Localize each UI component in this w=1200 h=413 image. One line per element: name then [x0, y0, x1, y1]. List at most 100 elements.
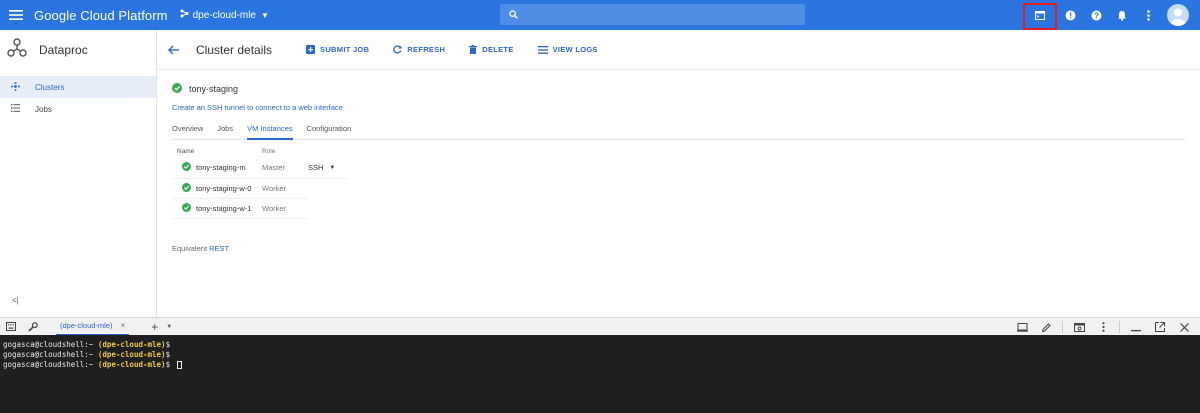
- close-icon[interactable]: [1172, 318, 1196, 336]
- product-header: Dataproc: [0, 30, 156, 70]
- more-vert-icon[interactable]: [1091, 318, 1115, 336]
- chevron-down-icon: ▼: [261, 10, 269, 20]
- table-row: tony-staging-m Master SSH ▼: [172, 158, 348, 179]
- equivalent-label: Equivalent: [172, 243, 208, 253]
- minimize-icon[interactable]: [1124, 318, 1148, 336]
- chevron-down-icon[interactable]: ▼: [166, 324, 172, 330]
- submit-job-label: SUBMIT JOB: [320, 45, 370, 54]
- terminal-project: (dpe-cloud-mle): [97, 340, 166, 349]
- vm-name[interactable]: tony-staging-w-0: [196, 184, 251, 193]
- table-header-row: Name Role: [172, 144, 348, 158]
- main-content: Cluster details SUBMIT JOB REFRESH DELET…: [157, 30, 1200, 317]
- check-circle-icon: [182, 162, 191, 173]
- terminal-line: gogasca@cloudshell:~ (dpe-cloud-mle)$: [3, 360, 1200, 370]
- view-logs-button[interactable]: VIEW LOGS: [537, 45, 598, 54]
- cluster-name: tony-staging: [189, 84, 239, 94]
- terminal-prompt-suffix: $: [165, 360, 175, 369]
- terminal-project: (dpe-cloud-mle): [97, 350, 166, 359]
- pencil-icon[interactable]: [1034, 318, 1058, 336]
- open-new-window-icon[interactable]: [1148, 318, 1172, 336]
- check-circle-icon: [182, 182, 191, 194]
- cluster-details: tony-staging Create an SSH tunnel to con…: [157, 83, 1200, 253]
- shell-actions: [1010, 318, 1196, 336]
- tab-bar: Overview Jobs VM Instances Configuration: [172, 124, 1185, 140]
- top-bar-actions: ?: [1023, 0, 1200, 30]
- terminal-line: gogasca@cloudshell:~ (dpe-cloud-mle)$: [3, 350, 1200, 360]
- wrench-icon[interactable]: [22, 318, 44, 336]
- clusters-icon: [11, 81, 20, 93]
- tab-vm-instances[interactable]: VM Instances: [247, 124, 293, 140]
- delete-label: DELETE: [482, 45, 514, 54]
- ssh-dropdown[interactable]: SSH ▼: [308, 163, 348, 172]
- sidebar-item-label: Clusters: [35, 82, 65, 92]
- terminal[interactable]: gogasca@cloudshell:~ (dpe-cloud-mle)$ go…: [0, 335, 1200, 413]
- web-preview-icon[interactable]: [1067, 318, 1091, 336]
- keyboard-icon[interactable]: [0, 318, 22, 336]
- terminal-line: gogasca@cloudshell:~ (dpe-cloud-mle)$: [3, 340, 1200, 350]
- collapse-sidebar-button[interactable]: <|: [12, 296, 19, 305]
- terminal-prompt-suffix: $: [165, 340, 171, 349]
- page-title: Cluster details: [196, 42, 273, 57]
- tab-overview[interactable]: Overview: [172, 124, 203, 140]
- view-logs-label: VIEW LOGS: [552, 45, 598, 54]
- jobs-icon: [11, 104, 20, 114]
- app-title[interactable]: Google Cloud Platform: [34, 8, 168, 23]
- terminal-prompt: gogasca@cloudshell:~: [3, 340, 98, 349]
- notifications-info-icon[interactable]: [1057, 0, 1083, 30]
- delete-button[interactable]: DELETE: [469, 45, 513, 54]
- add-box-icon: [306, 45, 316, 54]
- trash-icon: [469, 45, 478, 54]
- project-name: dpe-cloud-mle: [192, 9, 256, 21]
- bell-icon[interactable]: [1109, 0, 1135, 30]
- terminal-cursor: [176, 361, 182, 369]
- add-session-icon[interactable]: +: [151, 320, 158, 334]
- sidebar: Dataproc Clusters Jobs <|: [0, 30, 157, 317]
- refresh-button[interactable]: REFRESH: [393, 45, 445, 54]
- product-name: Dataproc: [39, 43, 88, 57]
- more-vert-icon[interactable]: [1135, 0, 1161, 30]
- project-selector[interactable]: dpe-cloud-mle ▼: [180, 9, 269, 21]
- toolbar: Cluster details SUBMIT JOB REFRESH DELET…: [157, 30, 1200, 70]
- top-bar: Google Cloud Platform dpe-cloud-mle ▼ ?: [0, 0, 1200, 30]
- tab-configuration[interactable]: Configuration: [307, 124, 352, 140]
- table-row: tony-staging-w-0 Worker: [172, 178, 348, 199]
- sidebar-item-jobs[interactable]: Jobs: [0, 98, 156, 120]
- search-input[interactable]: [500, 4, 805, 25]
- column-header-name: Name: [177, 147, 195, 155]
- rest-link[interactable]: REST: [209, 244, 229, 253]
- equivalent-rest: Equivalent REST: [172, 244, 1200, 253]
- ssh-tunnel-link[interactable]: Create an SSH tunnel to connect to a web…: [172, 103, 1200, 112]
- cloud-shell-toolbar: (dpe-cloud-mle) × + ▼: [0, 317, 1200, 336]
- launch-editor-icon[interactable]: [1010, 318, 1034, 336]
- refresh-icon: [393, 45, 402, 54]
- dataproc-logo-icon: [7, 37, 27, 63]
- check-circle-icon: [182, 202, 191, 214]
- ssh-label: SSH: [308, 163, 324, 173]
- help-icon[interactable]: ?: [1083, 0, 1109, 30]
- close-icon[interactable]: ×: [121, 321, 126, 330]
- vm-name[interactable]: tony-staging-m: [196, 163, 246, 172]
- chevron-down-icon: ▼: [329, 164, 336, 171]
- cloud-shell-button[interactable]: [1023, 2, 1057, 30]
- terminal-prompt: gogasca@cloudshell:~: [3, 350, 98, 359]
- check-circle-icon: [172, 83, 182, 95]
- vm-name[interactable]: tony-staging-w-1: [196, 204, 251, 213]
- sidebar-item-label: Jobs: [35, 104, 52, 114]
- vm-role: Worker: [262, 178, 308, 199]
- svg-text:?: ?: [1094, 11, 1099, 20]
- shell-session-tab[interactable]: (dpe-cloud-mle) ×: [56, 318, 130, 336]
- tab-jobs[interactable]: Jobs: [217, 124, 233, 140]
- terminal-prompt-suffix: $: [165, 350, 171, 359]
- project-icon: [180, 9, 189, 21]
- search-icon: [509, 6, 518, 24]
- back-arrow-icon[interactable]: [168, 42, 184, 58]
- avatar[interactable]: [1167, 4, 1189, 26]
- refresh-label: REFRESH: [407, 45, 446, 54]
- menu-icon[interactable]: [0, 0, 32, 30]
- vm-instances-table: Name Role tony-staging-m Master SSH ▼ to…: [172, 144, 348, 219]
- terminal-project: (dpe-cloud-mle): [97, 360, 166, 369]
- sidebar-item-clusters[interactable]: Clusters: [0, 76, 156, 98]
- submit-job-button[interactable]: SUBMIT JOB: [306, 45, 369, 54]
- list-icon: [537, 45, 548, 54]
- table-row: tony-staging-w-1 Worker: [172, 198, 348, 219]
